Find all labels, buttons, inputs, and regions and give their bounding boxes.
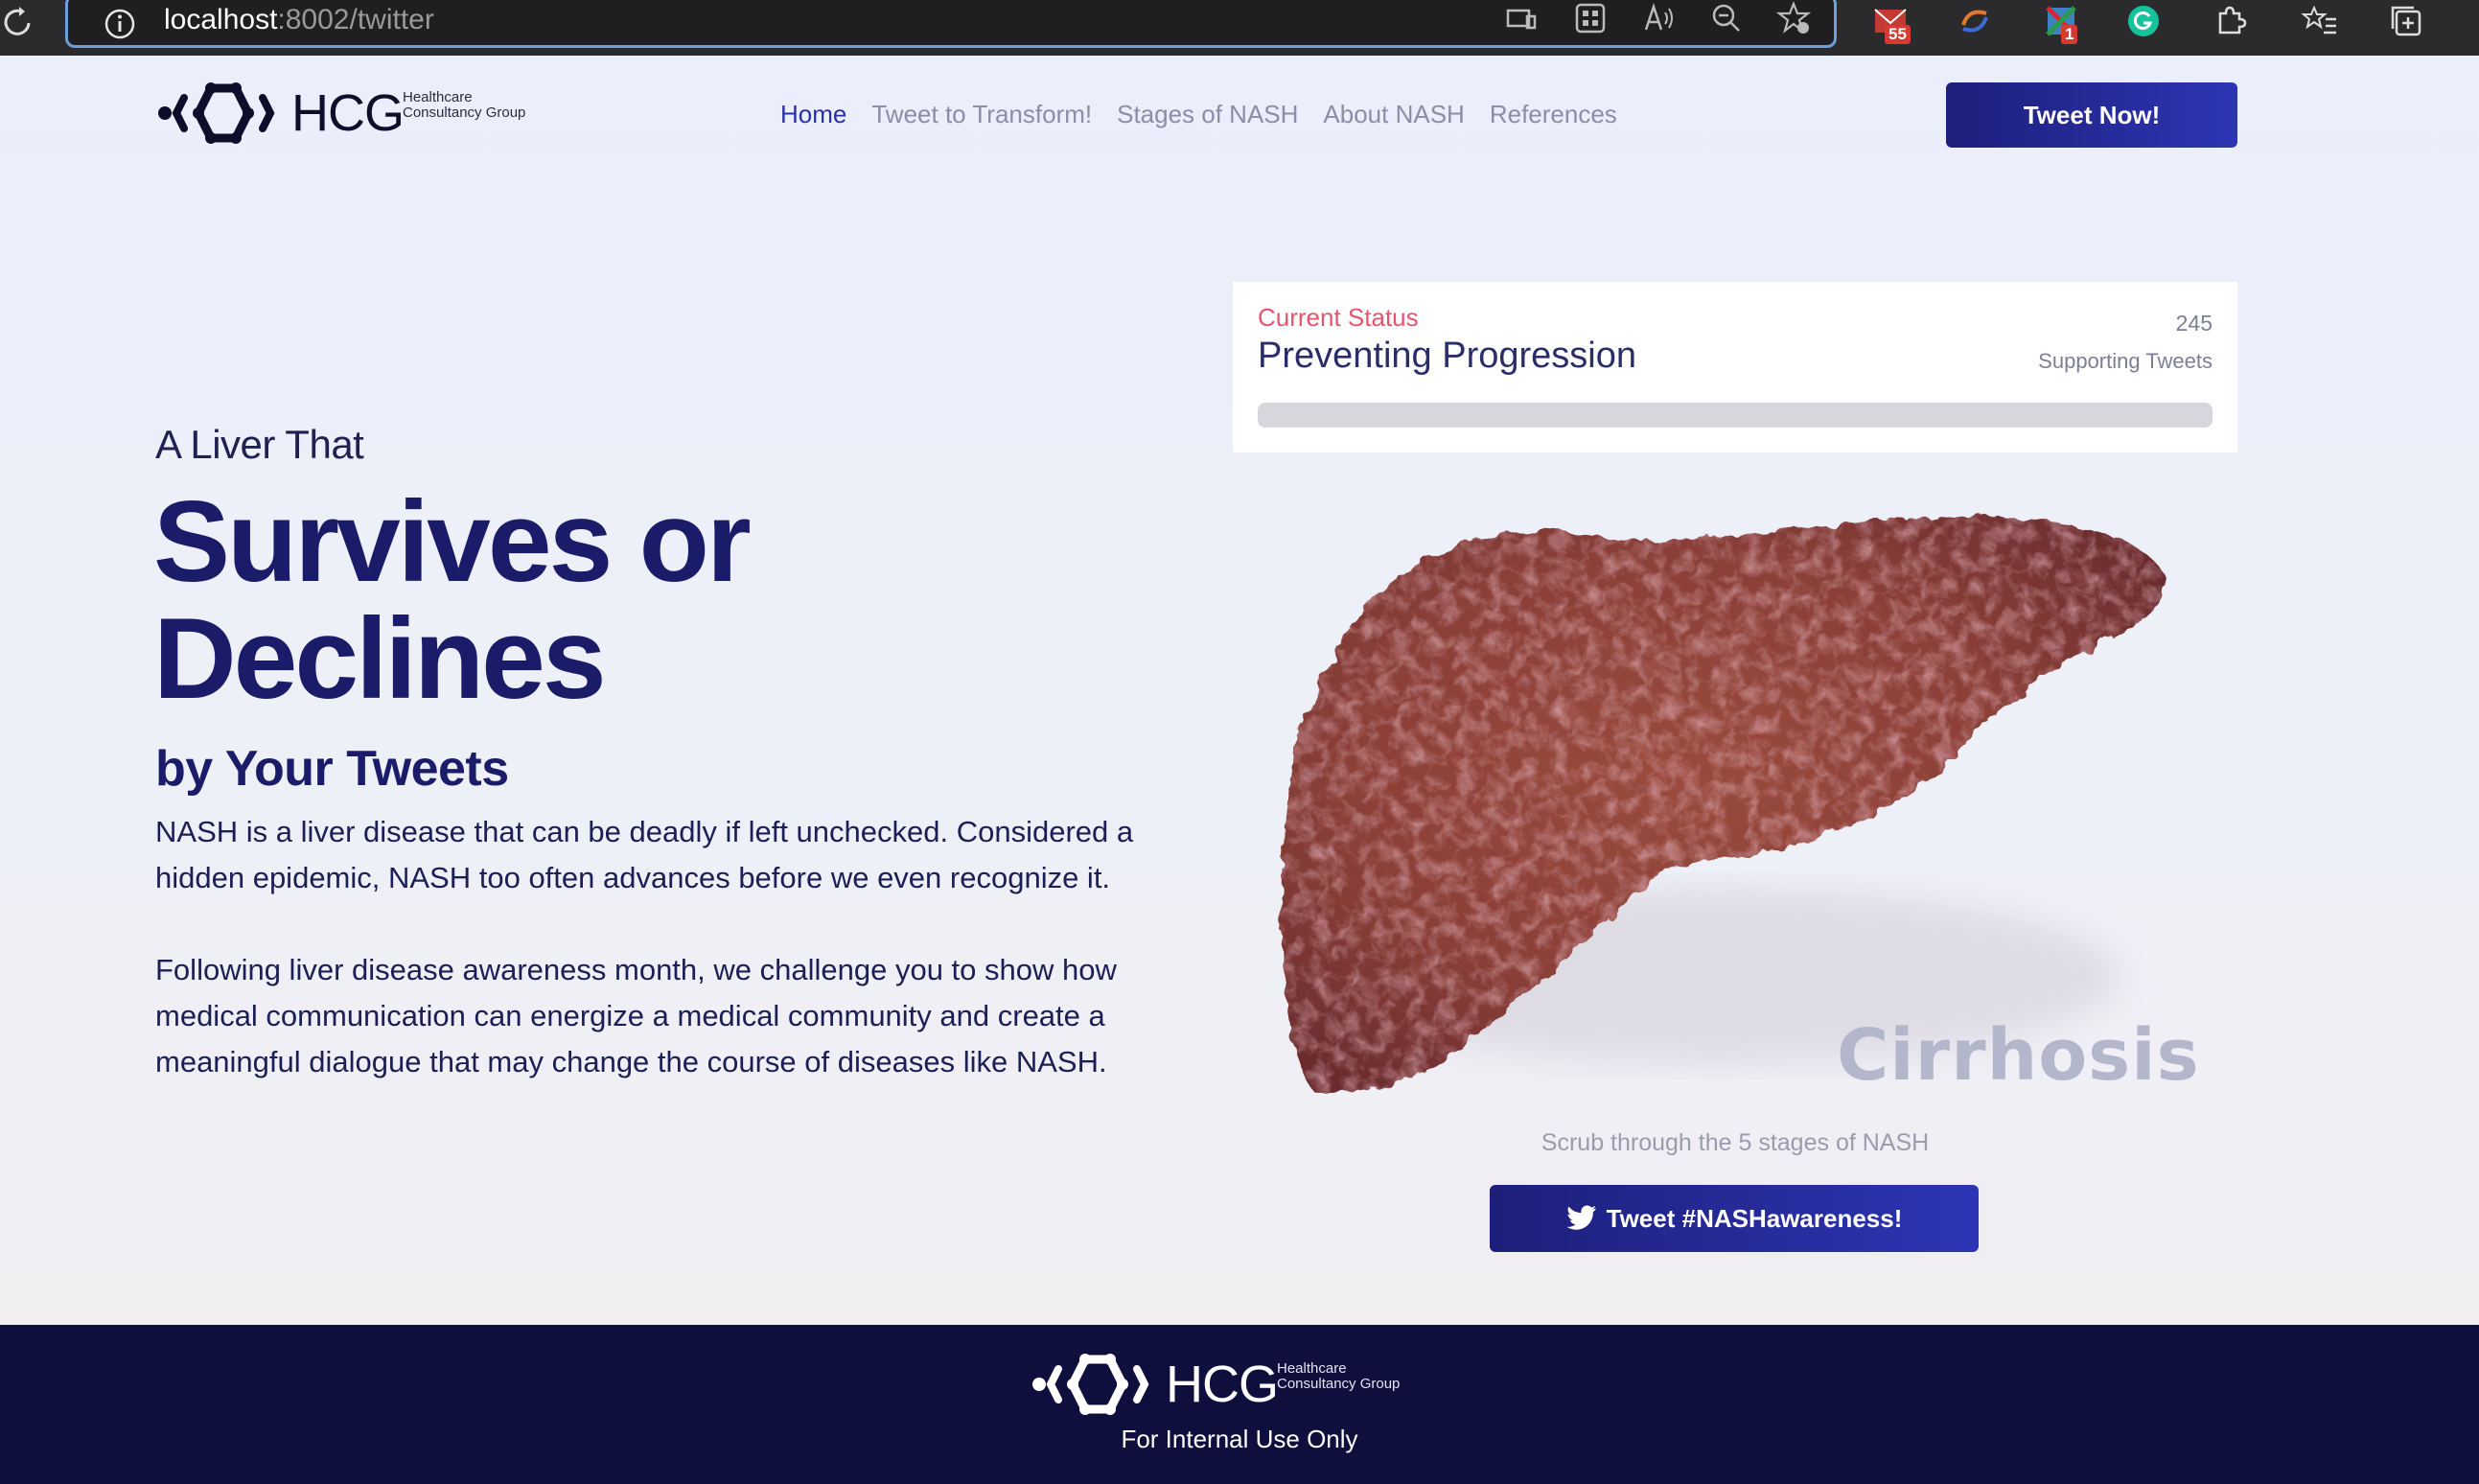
footer-logo-wordmark: HCG (1166, 1356, 1279, 1413)
footer: HCG Healthcare Consultancy Group For Int… (0, 1325, 2479, 1484)
extensions-icon[interactable] (2211, 2, 2249, 40)
hero-kicker: A Liver That (155, 422, 364, 467)
hero-subtitle: by Your Tweets (155, 741, 509, 797)
reload-icon[interactable] (0, 4, 38, 42)
sync-extension-icon[interactable] (1956, 2, 1994, 40)
tweet-count-label: Supporting Tweets (2038, 349, 2213, 373)
tweet-count: 245 (2175, 311, 2213, 336)
hero-paragraph-2: Following liver disease awareness month,… (155, 953, 1117, 1078)
nav-home[interactable]: Home (780, 100, 846, 128)
add-favorite-icon[interactable] (1774, 0, 1813, 37)
hcg-logo-mark-icon (158, 82, 275, 144)
twitter-bird-icon (1566, 1205, 1596, 1230)
stage-name: Cirrhosis (1837, 1014, 2200, 1097)
tweet-awareness-label: Tweet #NASHawareness! (1606, 1203, 1903, 1233)
zoom-out-icon[interactable] (1707, 0, 1746, 37)
footer-logo-tagline: Healthcare Consultancy Group (1277, 1360, 1401, 1392)
status-value: Preventing Progression (1258, 336, 1636, 376)
mail-badge: 55 (1885, 25, 1911, 44)
sheets-badge: 1 (2061, 25, 2078, 44)
main-nav: Home Tweet to Transform! Stages of NASH … (780, 100, 1617, 128)
scrub-hint: Scrub through the 5 stages of NASH (1541, 1129, 1930, 1156)
footer-note: For Internal Use Only (1121, 1425, 1358, 1453)
collections-icon[interactable] (2387, 2, 2425, 40)
logo-tagline: Healthcare Consultancy Group (403, 89, 526, 121)
nav-tweet-to-transform[interactable]: Tweet to Transform! (871, 100, 1092, 128)
hero-title: Survives or Declines (153, 477, 752, 723)
footer-logo-mark-icon (1032, 1354, 1149, 1415)
nav-stages-of-nash[interactable]: Stages of NASH (1117, 100, 1298, 128)
tweet-awareness-button[interactable]: Tweet #NASHawareness! (1490, 1185, 1979, 1252)
page: HCG Healthcare Consultancy Group Home Tw… (0, 56, 2479, 1325)
browser-toolbar: localhost:8002/twitter 55 1 (0, 0, 2479, 56)
nav-about-nash[interactable]: About NASH (1323, 100, 1464, 128)
address-bar[interactable]: localhost:8002/twitter (65, 0, 1837, 48)
status-progress-bar (1258, 403, 2213, 428)
logo-wordmark: HCG (291, 84, 405, 142)
apps-grid-icon[interactable] (1571, 0, 1610, 37)
tweet-now-button[interactable]: Tweet Now! (1946, 82, 2237, 148)
app-available-icon[interactable] (1502, 0, 1541, 37)
url-text: localhost:8002/twitter (164, 1, 434, 39)
favorites-icon[interactable] (2301, 2, 2339, 40)
hero-paragraph-1: NASH is a liver disease that can be dead… (155, 815, 1134, 894)
info-icon[interactable] (103, 7, 137, 41)
grammarly-icon[interactable] (2124, 2, 2163, 40)
nav-references[interactable]: References (1490, 100, 1617, 128)
footer-hcg-logo: HCG Healthcare Consultancy Group (1030, 1354, 1413, 1417)
url-path: :8002/twitter (277, 4, 434, 35)
status-label: Current Status (1258, 303, 1419, 332)
url-host: localhost (164, 4, 278, 35)
status-card: Current Status Preventing Progression 24… (1233, 282, 2237, 452)
hcg-logo[interactable]: HCG Healthcare Consultancy Group (155, 82, 525, 146)
read-aloud-icon[interactable] (1640, 0, 1679, 37)
